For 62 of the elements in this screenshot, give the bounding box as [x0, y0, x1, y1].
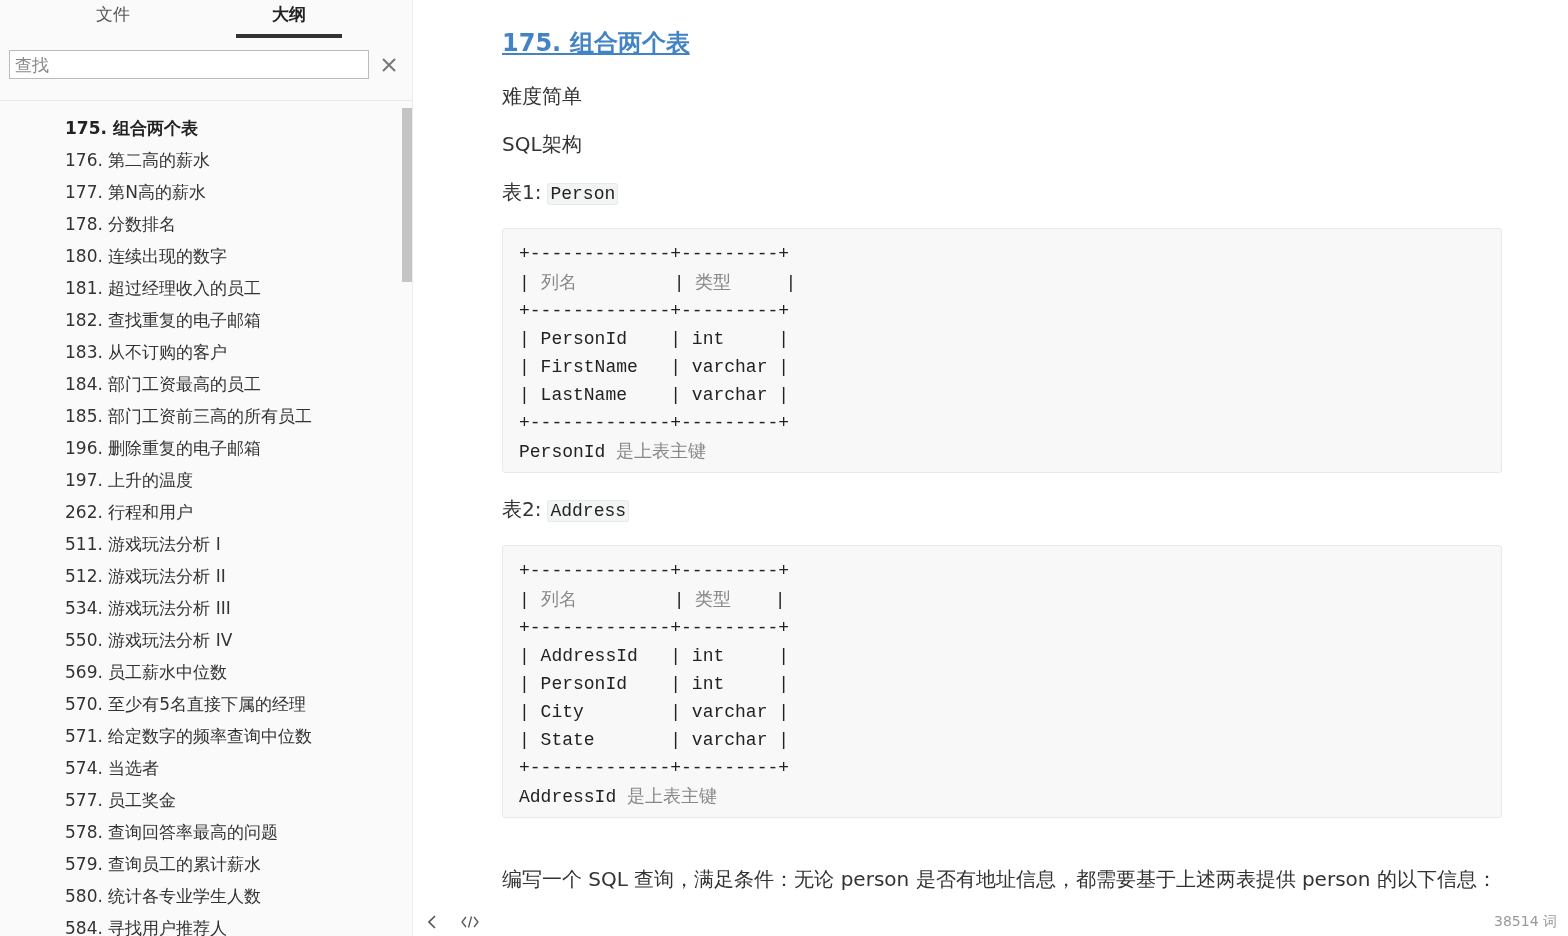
code-icon — [461, 916, 479, 928]
outline-item[interactable]: 197. 上升的温度 — [65, 464, 194, 496]
table-label: 表1: — [502, 180, 542, 204]
code-line: | PersonId | int | — [519, 673, 790, 696]
code-line: | City | varchar | — [519, 701, 790, 724]
code-line: | LastName | varchar | — [519, 384, 790, 407]
outline-item[interactable]: 196. 删除重复的电子邮箱 — [65, 432, 262, 464]
outline-item[interactable]: 181. 超过经理收入的员工 — [65, 272, 262, 304]
heading-link[interactable]: 175. 组合两个表 — [502, 25, 690, 61]
paragraph-text: 编写一个 SQL 查询，满足条件：无论 person 是否有地址信息，都需要基于上述两表提供 person 的以下信息： — [502, 866, 1497, 893]
search-field[interactable]: 查找 — [9, 50, 369, 79]
outline-item[interactable]: 574. 当选者 — [65, 752, 160, 784]
code-line: | FirstName | varchar | — [519, 356, 790, 379]
chevron-left-icon — [428, 915, 436, 929]
close-icon — [382, 57, 396, 72]
paragraph-text: 难度简单 — [502, 83, 582, 110]
outline-item[interactable]: 534. 游戏玩法分析 III — [65, 592, 231, 624]
code-line: +-------------+---------+ — [519, 412, 790, 435]
code-line: | 列名 | 类型 | — [519, 588, 786, 612]
clear-search-button[interactable] — [382, 57, 396, 72]
outline-item[interactable]: 175. 组合两个表 — [65, 112, 198, 144]
code-line: +-------------+---------+ — [519, 560, 790, 583]
outline-item[interactable]: 182. 查找重复的电子邮箱 — [65, 304, 262, 336]
inline-code: Person — [547, 183, 619, 205]
code-line: PersonId 是上表主键 — [519, 440, 707, 464]
code-line: +-------------+---------+ — [519, 243, 790, 266]
word-count: 38514 词 — [1494, 913, 1557, 931]
code-line: AddressId 是上表主键 — [519, 785, 718, 809]
outline-item[interactable]: 578. 查询回答率最高的问题 — [65, 816, 279, 848]
outline-item[interactable]: 185. 部门工资前三高的所有员工 — [65, 400, 313, 432]
outline-item[interactable]: 262. 行程和用户 — [65, 496, 194, 528]
code-line: | State | varchar | — [519, 729, 790, 752]
outline-item[interactable]: 580. 统计各专业学生人数 — [65, 880, 262, 912]
sidebar-tab[interactable]: 大纲 — [236, 0, 342, 38]
sidebar-tab[interactable]: 文件 — [60, 0, 166, 38]
outline-item[interactable]: 579. 查询员工的累计薪水 — [65, 848, 262, 880]
outline-item[interactable]: 176. 第二高的薪水 — [65, 144, 211, 176]
outline-item[interactable]: 584. 寻找用户推荐人 — [65, 912, 228, 936]
outline-item[interactable]: 184. 部门工资最高的员工 — [65, 368, 262, 400]
code-line: | PersonId | int | — [519, 328, 790, 351]
table-label: 表2: — [502, 497, 542, 521]
outline-item[interactable]: 570. 至少有5名直接下属的经理 — [65, 688, 307, 720]
code-line: +-------------+---------+ — [519, 757, 790, 780]
outline-item[interactable]: 577. 员工奖金 — [65, 784, 177, 816]
outline-item[interactable]: 511. 游戏玩法分析 I — [65, 528, 221, 560]
paragraph-text: SQL架构 — [502, 131, 582, 158]
outline-item[interactable]: 569. 员工薪水中位数 — [65, 656, 228, 688]
outline-item[interactable]: 512. 游戏玩法分析 II — [65, 560, 226, 592]
scrollbar-thumb[interactable] — [402, 108, 412, 282]
sidebar-toggle-button[interactable] — [428, 915, 436, 929]
outline-item[interactable]: 177. 第N高的薪水 — [65, 176, 206, 208]
outline-item[interactable]: 571. 给定数字的频率查询中位数 — [65, 720, 313, 752]
outline-item[interactable]: 550. 游戏玩法分析 IV — [65, 624, 233, 656]
source-code-button[interactable] — [461, 916, 479, 928]
code-line: | 列名 | 类型 | — [519, 271, 797, 295]
outline-item[interactable]: 183. 从不订购的客户 — [65, 336, 228, 368]
outline-item[interactable]: 180. 连续出现的数字 — [65, 240, 228, 272]
code-line: +-------------+---------+ — [519, 617, 790, 640]
code-line: | AddressId | int | — [519, 645, 790, 668]
code-line: +-------------+---------+ — [519, 300, 790, 323]
inline-code: Address — [547, 500, 630, 522]
outline-item[interactable]: 178. 分数排名 — [65, 208, 177, 240]
